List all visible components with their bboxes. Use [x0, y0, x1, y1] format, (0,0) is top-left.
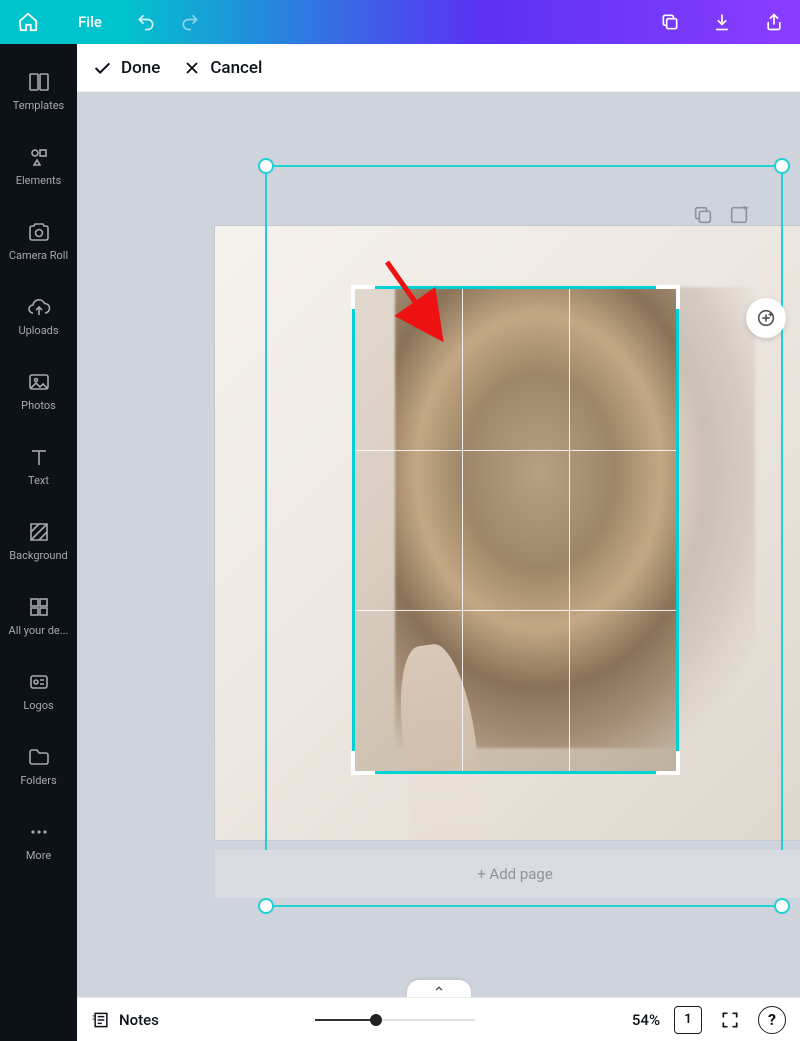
copy-icon — [660, 12, 680, 32]
add-page-label: + Add page — [477, 865, 553, 883]
left-sidebar: Templates Elements Camera Roll Uploads P… — [0, 44, 77, 1041]
notes-label: Notes — [119, 1011, 159, 1029]
sidebar-item-uploads[interactable]: Uploads — [0, 279, 77, 354]
fullscreen-button[interactable] — [716, 1006, 744, 1034]
sidebar-item-background[interactable]: Background — [0, 504, 77, 579]
text-icon — [27, 445, 51, 469]
redo-button[interactable] — [168, 0, 212, 44]
sidebar-item-label: Camera Roll — [9, 250, 68, 262]
top-app-bar: File — [0, 0, 800, 44]
crop-handle-tl[interactable] — [351, 285, 375, 309]
share-button[interactable] — [748, 0, 800, 44]
crop-grid-line — [355, 610, 676, 611]
done-button[interactable]: Done — [91, 57, 160, 79]
cancel-label: Cancel — [210, 58, 262, 78]
sidebar-item-label: Folders — [20, 775, 56, 787]
sidebar-item-templates[interactable]: Templates — [0, 54, 77, 129]
grid-icon — [27, 595, 51, 619]
done-label: Done — [121, 58, 160, 78]
copy-button[interactable] — [644, 0, 696, 44]
photos-icon — [27, 370, 51, 394]
resize-handle-tr[interactable] — [774, 158, 790, 174]
sidebar-item-elements[interactable]: Elements — [0, 129, 77, 204]
sidebar-item-label: Text — [28, 475, 49, 487]
crop-frame[interactable] — [352, 286, 679, 774]
templates-icon — [27, 70, 51, 94]
magic-fab-button[interactable] — [746, 298, 786, 338]
sidebar-item-label: Logos — [23, 700, 53, 712]
notes-icon — [91, 1010, 111, 1030]
sidebar-item-label: Elements — [16, 175, 62, 187]
notes-button[interactable]: Notes — [91, 1010, 159, 1030]
resize-handle-bl[interactable] — [258, 898, 274, 914]
resize-handle-tl[interactable] — [258, 158, 274, 174]
background-icon — [27, 520, 51, 544]
share-icon — [764, 12, 784, 32]
zoom-value[interactable]: 54% — [632, 1011, 660, 1029]
crop-handle-tr[interactable] — [656, 285, 680, 309]
zoom-slider[interactable] — [173, 1019, 618, 1021]
download-button[interactable] — [696, 0, 748, 44]
sidebar-item-label: Templates — [13, 100, 64, 112]
cloud-upload-icon — [27, 295, 51, 319]
add-page-button[interactable]: + Add page — [215, 850, 800, 898]
crop-grid-line — [355, 450, 676, 451]
sidebar-item-text[interactable]: Text — [0, 429, 77, 504]
sidebar-item-folders[interactable]: Folders — [0, 729, 77, 804]
help-label: ? — [768, 1010, 776, 1029]
sidebar-item-camera-roll[interactable]: Camera Roll — [0, 204, 77, 279]
sidebar-item-logos[interactable]: Logos — [0, 654, 77, 729]
sidebar-item-label: All your de... — [9, 625, 69, 637]
expand-notch[interactable] — [407, 980, 471, 997]
close-icon — [182, 58, 202, 78]
sidebar-item-label: More — [26, 850, 51, 862]
chevron-up-icon — [432, 982, 446, 996]
bottom-bar: Notes 54% 1 ? — [77, 997, 800, 1041]
elements-icon — [27, 145, 51, 169]
page-indicator[interactable]: 1 — [674, 1006, 702, 1034]
crop-grid-line — [569, 289, 570, 771]
more-icon — [27, 820, 51, 844]
sparkle-icon — [755, 307, 777, 329]
home-button[interactable] — [0, 0, 56, 44]
page-number: 1 — [684, 1012, 691, 1027]
context-toolbar: Done Cancel — [77, 44, 800, 92]
crop-handle-br[interactable] — [656, 751, 680, 775]
camera-icon — [27, 220, 51, 244]
sidebar-item-label: Photos — [21, 400, 56, 412]
download-icon — [712, 12, 732, 32]
file-label: File — [78, 13, 102, 31]
resize-handle-br[interactable] — [774, 898, 790, 914]
redo-icon — [180, 12, 200, 32]
sidebar-item-all-designs[interactable]: All your de... — [0, 579, 77, 654]
logos-icon — [27, 670, 51, 694]
crop-grid-line — [462, 289, 463, 771]
canvas-area[interactable]: + Add page — [77, 92, 800, 997]
undo-icon — [136, 12, 156, 32]
home-icon — [17, 11, 39, 33]
fullscreen-icon — [720, 1010, 740, 1030]
cancel-button[interactable]: Cancel — [182, 58, 262, 78]
sidebar-item-more[interactable]: More — [0, 804, 77, 879]
zoom-thumb[interactable] — [370, 1014, 382, 1026]
zoom-track — [315, 1019, 475, 1021]
undo-button[interactable] — [124, 0, 168, 44]
crop-handle-bl[interactable] — [351, 751, 375, 775]
file-menu[interactable]: File — [56, 0, 124, 44]
help-button[interactable]: ? — [758, 1006, 786, 1034]
main-area: Done Cancel — [77, 44, 800, 997]
sidebar-item-label: Background — [9, 550, 67, 562]
check-icon — [91, 57, 113, 79]
folder-icon — [27, 745, 51, 769]
sidebar-item-photos[interactable]: Photos — [0, 354, 77, 429]
sidebar-item-label: Uploads — [18, 325, 58, 337]
